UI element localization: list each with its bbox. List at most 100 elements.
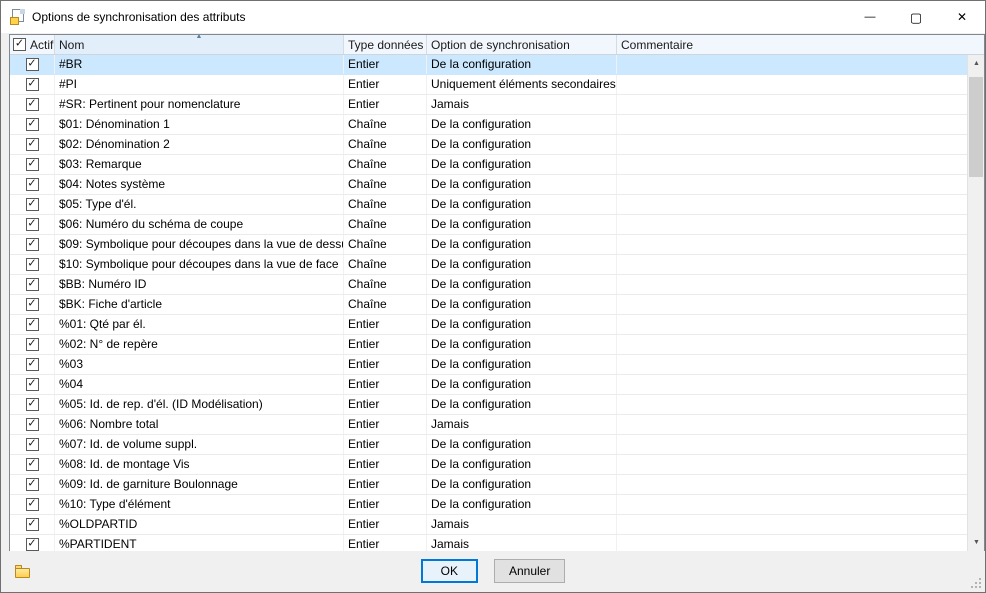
table-row[interactable]: ✓ $09: Symbolique pour découpes dans la … <box>10 235 967 255</box>
row-checkbox[interactable]: ✓ <box>26 58 39 71</box>
row-checkbox[interactable]: ✓ <box>26 338 39 351</box>
table-row[interactable]: ✓ $10: Symbolique pour découpes dans la … <box>10 255 967 275</box>
row-checkbox[interactable]: ✓ <box>26 378 39 391</box>
close-button[interactable]: ✕ <box>939 1 985 33</box>
scroll-down-button[interactable]: ▼ <box>968 534 985 551</box>
row-type-cell: Entier <box>344 515 427 534</box>
title-bar: Options de synchronisation des attributs… <box>1 1 985 33</box>
table-row[interactable]: ✓ %PARTIDENT Entier Jamais <box>10 535 967 551</box>
row-nom-cell: $06: Numéro du schéma de coupe <box>55 215 344 234</box>
maximize-button[interactable]: ▢ <box>893 1 939 33</box>
row-type-cell: Entier <box>344 435 427 454</box>
vertical-scrollbar[interactable]: ▲ ▼ <box>967 55 984 551</box>
check-icon: ✓ <box>27 399 36 410</box>
row-type-cell: Entier <box>344 415 427 434</box>
row-checkbox[interactable]: ✓ <box>26 458 39 471</box>
row-commentaire-cell <box>617 435 967 454</box>
row-type-cell: Entier <box>344 495 427 514</box>
table-row[interactable]: ✓ %01: Qté par él. Entier De la configur… <box>10 315 967 335</box>
row-option-cell: De la configuration <box>427 355 617 374</box>
table-row[interactable]: ✓ %09: Id. de garniture Boulonnage Entie… <box>10 475 967 495</box>
row-type-cell: Chaîne <box>344 295 427 314</box>
scroll-up-button[interactable]: ▲ <box>968 55 985 72</box>
check-icon: ✓ <box>27 519 36 530</box>
row-option-cell: De la configuration <box>427 275 617 294</box>
row-checkbox[interactable]: ✓ <box>26 118 39 131</box>
row-checkbox[interactable]: ✓ <box>26 298 39 311</box>
row-commentaire-cell <box>617 455 967 474</box>
row-checkbox[interactable]: ✓ <box>26 158 39 171</box>
check-icon: ✓ <box>27 179 36 190</box>
row-checkbox[interactable]: ✓ <box>26 278 39 291</box>
row-actif-cell: ✓ <box>10 295 55 314</box>
header-type-label: Type données <box>348 38 423 52</box>
row-checkbox[interactable]: ✓ <box>26 218 39 231</box>
table-row[interactable]: ✓ #PI Entier Uniquement éléments seconda… <box>10 75 967 95</box>
row-commentaire-cell <box>617 475 967 494</box>
row-option-cell: De la configuration <box>427 335 617 354</box>
table-row[interactable]: ✓ %05: Id. de rep. d'él. (ID Modélisatio… <box>10 395 967 415</box>
row-checkbox[interactable]: ✓ <box>26 318 39 331</box>
row-commentaire-cell <box>617 75 967 94</box>
app-icon <box>10 9 26 25</box>
row-nom-cell: #BR <box>55 55 344 74</box>
row-option-cell: De la configuration <box>427 175 617 194</box>
resize-grip[interactable] <box>970 577 982 589</box>
cancel-button[interactable]: Annuler <box>494 559 565 583</box>
table-row[interactable]: ✓ %08: Id. de montage Vis Entier De la c… <box>10 455 967 475</box>
table-row[interactable]: ✓ %OLDPARTID Entier Jamais <box>10 515 967 535</box>
row-nom-cell: %03 <box>55 355 344 374</box>
row-actif-cell: ✓ <box>10 135 55 154</box>
table-row[interactable]: ✓ $05: Type d'él. Chaîne De la configura… <box>10 195 967 215</box>
row-checkbox[interactable]: ✓ <box>26 418 39 431</box>
table-row[interactable]: ✓ %10: Type d'élément Entier De la confi… <box>10 495 967 515</box>
table-row[interactable]: ✓ $BB: Numéro ID Chaîne De la configurat… <box>10 275 967 295</box>
row-checkbox[interactable]: ✓ <box>26 258 39 271</box>
minimize-icon: — <box>865 11 876 23</box>
check-icon: ✓ <box>27 459 36 470</box>
row-checkbox[interactable]: ✓ <box>26 238 39 251</box>
row-checkbox[interactable]: ✓ <box>26 398 39 411</box>
table-row[interactable]: ✓ %06: Nombre total Entier Jamais <box>10 415 967 435</box>
table-row[interactable]: ✓ $02: Dénomination 2 Chaîne De la confi… <box>10 135 967 155</box>
row-checkbox[interactable]: ✓ <box>26 438 39 451</box>
table-row[interactable]: ✓ $BK: Fiche d'article Chaîne De la conf… <box>10 295 967 315</box>
minimize-button[interactable]: — <box>847 1 893 33</box>
row-actif-cell: ✓ <box>10 115 55 134</box>
row-checkbox[interactable]: ✓ <box>26 478 39 491</box>
header-option-sync[interactable]: Option de synchronisation <box>427 35 617 54</box>
row-actif-cell: ✓ <box>10 495 55 514</box>
row-checkbox[interactable]: ✓ <box>26 178 39 191</box>
select-all-checkbox[interactable]: ✓ <box>13 38 26 51</box>
header-type-donnees[interactable]: Type données <box>344 35 427 54</box>
header-nom[interactable]: Nom ▲ <box>55 35 344 54</box>
table-row[interactable]: ✓ $04: Notes système Chaîne De la config… <box>10 175 967 195</box>
row-checkbox[interactable]: ✓ <box>26 98 39 111</box>
table-row[interactable]: ✓ %02: N° de repère Entier De la configu… <box>10 335 967 355</box>
ok-button[interactable]: OK <box>421 559 478 583</box>
table-row[interactable]: ✓ $01: Dénomination 1 Chaîne De la confi… <box>10 115 967 135</box>
table-row[interactable]: ✓ %07: Id. de volume suppl. Entier De la… <box>10 435 967 455</box>
row-nom-cell: $05: Type d'él. <box>55 195 344 214</box>
table-row[interactable]: ✓ $06: Numéro du schéma de coupe Chaîne … <box>10 215 967 235</box>
table-row[interactable]: ✓ #SR: Pertinent pour nomenclature Entie… <box>10 95 967 115</box>
check-icon: ✓ <box>27 499 36 510</box>
row-checkbox[interactable]: ✓ <box>26 358 39 371</box>
row-checkbox[interactable]: ✓ <box>26 138 39 151</box>
row-checkbox[interactable]: ✓ <box>26 198 39 211</box>
row-checkbox[interactable]: ✓ <box>26 538 39 551</box>
header-commentaire[interactable]: Commentaire <box>617 35 984 54</box>
row-checkbox[interactable]: ✓ <box>26 78 39 91</box>
row-checkbox[interactable]: ✓ <box>26 518 39 531</box>
scrollbar-thumb[interactable] <box>969 77 983 177</box>
table-row[interactable]: ✓ %03 Entier De la configuration <box>10 355 967 375</box>
check-icon: ✓ <box>27 379 36 390</box>
table-row[interactable]: ✓ %04 Entier De la configuration <box>10 375 967 395</box>
table-row[interactable]: ✓ #BR Entier De la configuration <box>10 55 967 75</box>
row-nom-cell: %01: Qté par él. <box>55 315 344 334</box>
table-row[interactable]: ✓ $03: Remarque Chaîne De la configurati… <box>10 155 967 175</box>
row-checkbox[interactable]: ✓ <box>26 498 39 511</box>
header-commentaire-label: Commentaire <box>621 38 693 52</box>
header-actif[interactable]: ✓ Actif <box>10 35 55 54</box>
row-type-cell: Entier <box>344 535 427 551</box>
